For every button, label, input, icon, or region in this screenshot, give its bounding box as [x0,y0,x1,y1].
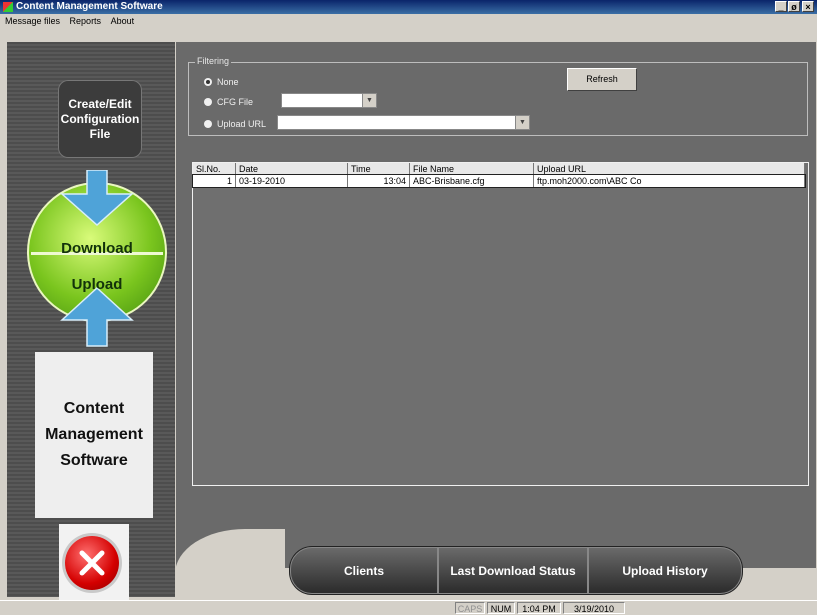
clients-button[interactable]: Clients [290,547,438,594]
radio-upload-url-label: Upload URL [217,119,267,129]
col-date[interactable]: Date [236,163,348,175]
cell-time: 13:04 [348,175,410,187]
status-num: NUM [487,602,515,614]
download-upload-control: Download Upload [22,170,172,348]
col-time[interactable]: Time [348,163,410,175]
menu-reports[interactable]: Reports [70,16,102,26]
main-panel: Filtering None CFG File Upload URL ▼ ▼ R… [176,42,816,568]
cfg-file-dropdown[interactable]: ▼ [281,93,377,108]
chevron-down-icon[interactable]: ▼ [515,116,529,129]
menu-bar: Message files Reports About [0,14,817,29]
bottom-nav-bar: Clients Last Download Status Upload Hist… [290,547,742,594]
title-bar: Content Management Software _ ø × [0,0,817,14]
table-row[interactable]: 1 03-19-2010 13:04 ABC-Brisbane.cfg ftp.… [192,174,806,188]
app-name-line-2: Management [45,426,143,443]
menu-message-files[interactable]: Message files [5,16,60,26]
history-table[interactable]: Sl.No. Date Time File Name Upload URL 1 … [192,162,809,486]
exit-area [59,524,129,600]
cell-sl-no: 1 [193,175,236,187]
status-bar: CAPS NUM 1:04 PM 3/19/2010 [0,600,817,615]
refresh-button[interactable]: Refresh [567,68,637,91]
col-file-name[interactable]: File Name [410,163,534,175]
download-arrow-icon [60,170,134,227]
radio-none-icon[interactable] [204,78,212,86]
app-name-line-3: Software [60,452,128,469]
create-label-line-2: Configuration [60,111,140,126]
status-time: 1:04 PM [517,602,561,614]
col-sl-no[interactable]: Sl.No. [193,163,236,175]
close-window-button[interactable]: × [802,1,814,12]
download-button[interactable]: Download [22,240,172,257]
status-caps: CAPS [455,602,485,614]
radio-none-label: None [217,77,239,87]
filtering-legend: Filtering [195,56,232,66]
minimize-button[interactable]: _ [775,1,787,12]
client-area: Create/Edit Configuration File Download … [0,29,817,600]
filtering-group: Filtering None CFG File Upload URL ▼ ▼ R… [188,56,808,136]
create-label-line-1: Create/Edit [68,96,132,111]
app-name-panel: Content Management Software [35,352,153,518]
exit-button[interactable] [65,536,119,590]
sidebar: Create/Edit Configuration File Download … [7,42,175,600]
status-date: 3/19/2010 [563,602,625,614]
radio-cfg-file[interactable]: CFG File [204,95,253,109]
menu-about[interactable]: About [111,16,135,26]
upload-history-button[interactable]: Upload History [588,547,742,594]
upload-button[interactable]: Upload [22,276,172,293]
radio-upload-url[interactable]: Upload URL [204,117,266,131]
transfer-arrows-icon [60,170,134,347]
app-name-line-1: Content [63,400,125,417]
close-x-icon [79,550,105,576]
last-download-status-button[interactable]: Last Download Status [438,547,588,594]
chevron-down-icon[interactable]: ▼ [362,94,376,107]
radio-none[interactable]: None [204,75,239,89]
upload-arrow-icon [60,286,134,347]
upload-url-dropdown[interactable]: ▼ [277,115,530,130]
radio-cfg-file-icon[interactable] [204,98,212,106]
table-header: Sl.No. Date Time File Name Upload URL [193,163,805,175]
app-icon [3,2,13,12]
restore-button[interactable]: ø [788,1,800,12]
cell-file-name: ABC-Brisbane.cfg [410,175,534,187]
radio-cfg-file-label: CFG File [217,97,253,107]
col-upload-url[interactable]: Upload URL [534,163,805,175]
radio-upload-url-icon[interactable] [204,120,212,128]
create-label-line-3: File [89,126,111,141]
create-edit-config-button[interactable]: Create/Edit Configuration File [58,80,142,158]
cell-upload-url: ftp.moh2000.com\ABC Co [534,175,805,187]
window-title: Content Management Software [16,1,163,12]
cell-date: 03-19-2010 [236,175,348,187]
